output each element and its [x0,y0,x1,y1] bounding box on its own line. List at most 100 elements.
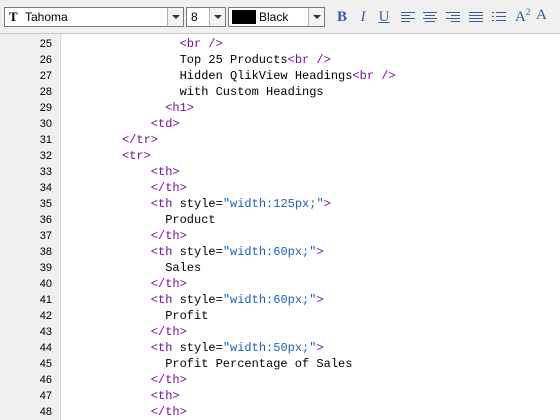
line-number: 25 [39,38,52,50]
attribute-value: "width:50px;" [222,341,317,355]
code-line: 30 <td> [0,116,560,132]
line-number: 30 [39,118,52,130]
code-line: 27 Hidden QlikView Headings<br /> [0,68,560,84]
code-line: 28 with Custom Headings [0,84,560,100]
text-content: Profit Percentage of Sales [165,357,353,371]
line-number: 26 [39,54,52,66]
code-text: </th> [151,229,187,243]
html-tag: > [316,341,324,355]
align-right-icon[interactable] [446,12,460,23]
bullet-list-icon[interactable] [492,12,506,23]
html-tag: </th> [150,181,187,195]
code-text: Hidden QlikView Headings<br /> [180,69,396,83]
html-tag: <th> [150,165,180,179]
code-line: 26 Top 25 Products<br /> [0,52,560,68]
line-number: 27 [39,70,52,82]
code-text: Top 25 Products<br /> [180,53,331,67]
code-text: with Custom Headings [180,85,324,99]
font-color-value: Black [259,10,289,24]
html-tag: </tr> [122,133,159,147]
font-color-select[interactable]: Black [228,7,325,27]
line-number: 39 [39,262,52,274]
chevron-down-icon[interactable] [308,8,324,26]
code-line: 25 <br /> [0,36,560,52]
attribute-value: "width:125px;" [222,197,324,211]
line-number: 46 [39,374,52,386]
html-tag: <th [150,197,180,211]
code-text: <br /> [180,37,223,51]
text-content: Product [165,213,216,227]
attribute-name: style= [179,341,223,355]
line-number: 33 [39,166,52,178]
line-number: 37 [39,230,52,242]
code-text: <th style="width:60px;"> [151,245,324,259]
html-tag: </th> [150,373,187,387]
code-line: 31 </tr> [0,132,560,148]
code-text: </th> [151,277,187,291]
html-tag: <br /> [352,69,396,83]
text-content: Profit [165,309,209,323]
code-text: Profit [165,309,208,323]
code-line: 41 <th style="width:60px;"> [0,292,560,308]
code-text: <h1> [165,101,194,115]
line-number: 45 [39,358,52,370]
text-content: Top 25 Products [179,53,288,67]
html-tag: <br /> [287,53,331,67]
code-text: </th> [151,405,187,419]
align-center-icon[interactable] [423,12,437,23]
code-line: 32 <tr> [0,148,560,164]
code-line: 46 </th> [0,372,560,388]
code-line: 44 <th style="width:50px;"> [0,340,560,356]
html-tag: <th> [150,389,180,403]
code-text: <th> [151,389,180,403]
html-tag: <td> [150,117,180,131]
line-number: 31 [39,134,52,146]
code-text: <td> [151,117,180,131]
code-line: 29 <h1> [0,100,560,116]
text-color-button[interactable]: A [536,7,547,24]
font-size-select[interactable]: 8 [186,7,226,27]
code-text: <th style="width:50px;"> [151,341,324,355]
html-tag: </th> [150,405,187,419]
line-number: 47 [39,390,52,402]
code-text: Product [165,213,215,227]
html-tag: <th [150,341,180,355]
chevron-down-icon[interactable] [209,8,225,26]
text-content: Sales [165,261,202,275]
code-text: <th style="width:60px;"> [151,293,324,307]
html-tag: > [316,293,324,307]
truetype-font-icon: T [9,9,18,24]
underline-button[interactable]: U [375,8,393,26]
code-line: 33 <th> [0,164,560,180]
code-editor[interactable]: 25 <br /> 26 Top 25 Products<br /> 27 Hidden … [0,34,560,420]
code-line: 39 Sales [0,260,560,276]
attribute-value: "width:60px;" [222,245,317,259]
font-family-value: Tahoma [25,10,68,24]
attribute-name: style= [179,245,223,259]
code-text: </tr> [122,133,158,147]
line-number: 44 [39,342,52,354]
attribute-name: style= [179,293,223,307]
code-line: 43 </th> [0,324,560,340]
italic-button[interactable]: I [354,8,372,26]
html-tag: </th> [150,325,187,339]
line-number: 36 [39,214,52,226]
code-line: 42 Profit [0,308,560,324]
bold-button[interactable]: B [333,8,351,26]
code-line: 34 </th> [0,180,560,196]
code-line: 37 </th> [0,228,560,244]
html-tag: <br /> [179,37,223,51]
html-tag: <h1> [165,101,194,115]
code-text: <th style="width:125px;"> [151,197,331,211]
code-line: 48 </th> [0,404,560,420]
line-number: 38 [39,246,52,258]
code-line: 47 <th> [0,388,560,404]
font-family-select[interactable]: T Tahoma [4,7,184,27]
align-justify-icon[interactable] [469,12,483,23]
html-tag: <th [150,245,180,259]
line-number: 48 [39,406,52,418]
align-left-icon[interactable] [401,12,415,23]
chevron-down-icon[interactable] [167,8,183,26]
superscript-button[interactable]: A2 [515,7,530,26]
line-number: 43 [39,326,52,338]
